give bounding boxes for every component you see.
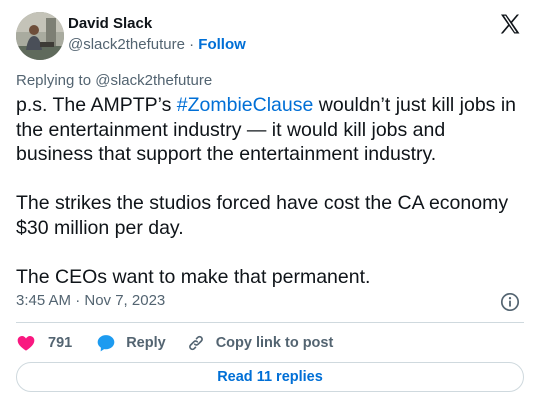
copy-link-button[interactable]: Copy link to post (186, 333, 334, 353)
post-paragraph-3: The CEOs want to make that permanent. (16, 266, 371, 289)
copy-link-label: Copy link to post (215, 335, 334, 351)
speech-bubble-icon (96, 333, 116, 353)
reply-button[interactable]: Reply (96, 333, 166, 353)
like-count: 791 (48, 335, 73, 351)
author-handle[interactable]: @slack2thefuture (68, 36, 185, 53)
read-replies-label: Read 11 replies (217, 369, 323, 385)
x-logo-icon[interactable] (498, 12, 522, 36)
separator-text: · (189, 36, 195, 53)
replying-to-label[interactable]: Replying to @slack2thefuture (16, 72, 212, 89)
avatar[interactable] (16, 12, 64, 60)
read-replies-button[interactable]: Read 11 replies (16, 362, 524, 392)
avatar-photo (16, 12, 64, 60)
heart-icon (16, 333, 36, 353)
like-button[interactable]: 791 (16, 333, 72, 353)
hashtag-link[interactable]: #ZombieClause (177, 94, 314, 116)
post-paragraph-2: The strikes the studios forced have cost… (16, 192, 509, 239)
info-icon[interactable] (500, 292, 520, 312)
post-paragraph-1: p.s. The AMPTP’s #ZombieClause wouldn’t … (16, 93, 526, 167)
embedded-post-card: David Slack @slack2thefuture · Follow Re… (0, 0, 540, 409)
post-text-prefix: p.s. The AMPTP’s (16, 94, 177, 116)
author-name[interactable]: David Slack (68, 15, 152, 32)
divider (16, 322, 524, 323)
actions-row: 791 Reply Copy link to post (16, 331, 333, 355)
follow-button[interactable]: Follow (198, 36, 246, 53)
author-handle-row: @slack2thefuture · Follow (68, 36, 246, 53)
post-text: p.s. The AMPTP’s #ZombieClause wouldn’t … (16, 93, 526, 290)
post-timestamp[interactable]: 3:45 AM · Nov 7, 2023 (16, 292, 165, 309)
link-icon (186, 333, 206, 353)
reply-label: Reply (126, 335, 166, 351)
separator-dot: · (189, 36, 198, 53)
